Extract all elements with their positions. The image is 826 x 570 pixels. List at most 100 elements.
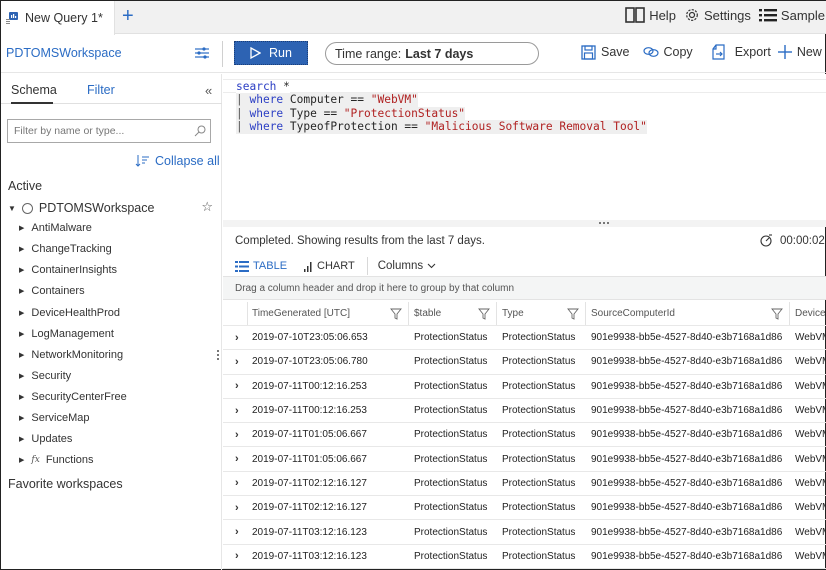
help-button[interactable]: Help [625,7,676,23]
column-header-timegenerated[interactable]: TimeGenerated [UTC] [248,302,409,325]
tree-item-networkmonitoring[interactable]: ▶ NetworkMonitoring [19,347,123,363]
tree-item-servicemap[interactable]: ▶ ServiceMap [19,410,89,426]
table-row[interactable]: › 2019-07-11T03:12:16.123 ProtectionStatus… [223,520,826,545]
filter-icon[interactable] [390,308,402,320]
table-cell: WebVM [795,429,826,441]
save-button[interactable]: Save [581,44,630,60]
column-header-label: $table [414,308,442,319]
run-button[interactable]: Run [234,41,308,65]
tab-schema[interactable]: Schema [11,83,57,97]
column-header-table[interactable]: $table [409,302,497,325]
table-row[interactable]: › 2019-07-11T00:12:16.253 ProtectionStatus… [223,375,826,399]
column-header-devicename[interactable]: DeviceName [790,302,826,325]
workspace-tree-node[interactable]: ▼ PDTOMSWorkspace ☆ [8,199,213,216]
table-cell: 2019-07-10T23:05:06.780 [252,356,368,368]
time-range-picker[interactable]: Time range: Last 7 days [325,42,539,65]
expand-row-chevron-icon[interactable]: › [235,380,239,392]
query-editor[interactable]: search * | where Computer == "WebVM" | whe… [223,74,826,220]
table-cell: ProtectionStatus [414,477,488,489]
table-row[interactable]: › 2019-07-10T23:05:06.780 ProtectionStatus… [223,350,826,375]
filter-icon[interactable] [478,308,490,320]
table-row[interactable]: › 2019-07-11T01:05:06.667 ProtectionStatus… [223,423,826,448]
code-text: TypeofProtection == [283,120,425,134]
column-header-type[interactable]: Type [497,302,586,325]
filter-icon[interactable] [771,308,783,320]
table-cell: ProtectionStatus [414,502,488,514]
tree-item-logmanagement[interactable]: ▶ LogManagement [19,326,114,342]
active-section-heading: Active [8,179,43,193]
workspace-link[interactable]: PDTOMSWorkspace [6,46,122,60]
view-chart-tab[interactable]: CHART [304,260,355,272]
expand-row-chevron-icon[interactable]: › [235,502,239,514]
code-keyword: where [249,93,284,107]
collapse-panel-icon[interactable]: « [205,83,212,98]
tab-new-query[interactable]: New Query 1* [1,1,115,35]
run-label: Run [269,46,292,60]
code-string: "WebVM" [370,93,418,107]
expand-row-chevron-icon[interactable]: › [235,526,239,538]
settings-button[interactable]: Settings [684,7,751,23]
table-row[interactable]: › 2019-07-11T01:05:06.667 ProtectionStatus… [223,447,826,472]
columns-label: Columns [377,260,424,272]
table-row[interactable]: › 2019-07-11T02:12:16.127 ProtectionStatus… [223,472,826,497]
tree-item-updates[interactable]: ▶ Updates [19,431,72,447]
tree-item-devicehealthprod[interactable]: ▶ DeviceHealthProd [19,305,120,321]
gear-icon [686,9,698,21]
table-row[interactable]: › 2019-07-11T00:12:16.253 ProtectionStatus… [223,399,826,424]
table-cell: 901e9938-bb5e-4527-8d40-e3b7168a1d86 [591,429,783,441]
settings-sliders-icon[interactable] [194,45,210,61]
expand-row-chevron-icon[interactable]: › [235,356,239,368]
vertical-splitter-handle[interactable] [217,350,220,366]
column-header-sourcecomputerid[interactable]: SourceComputerId [586,302,790,325]
table-row[interactable]: › 2019-07-11T02:12:16.127 ProtectionStatus… [223,496,826,521]
expand-row-chevron-icon[interactable]: › [235,477,239,489]
expand-row-chevron-icon[interactable]: › [235,453,239,465]
table-cell: 901e9938-bb5e-4527-8d40-e3b7168a1d86 [591,550,783,562]
table-cell: ProtectionStatus [414,429,488,441]
tree-item-containers[interactable]: ▶ Containers [19,283,85,299]
settings-label: Settings [703,7,751,23]
table-row[interactable]: › 2019-07-11T03:12:16.123 ProtectionStatus… [223,545,826,569]
view-table-tab[interactable]: TABLE [235,260,287,272]
tree-item-label: AntiMalware [31,222,92,234]
code-text: Computer == [283,93,371,107]
export-button[interactable]: Export [711,44,771,60]
sample-button[interactable]: Sample [758,8,825,23]
query-icon [5,11,19,25]
expand-row-chevron-icon[interactable]: › [235,550,239,562]
columns-dropdown[interactable]: Columns [378,260,436,272]
filter-icon[interactable] [567,308,579,320]
expand-row-chevron-icon[interactable]: › [235,405,239,417]
table-cell: ProtectionStatus [502,429,576,441]
tree-item-functions[interactable]: ▶ fx Functions [19,452,94,468]
table-cell: ProtectionStatus [502,453,576,465]
collapse-all-button[interactable]: Collapse all [135,154,220,168]
table-header-row: TimeGenerated [UTC] $table Type SourceCo… [223,302,826,326]
column-header-label: TimeGenerated [UTC] [252,308,350,319]
table-cell: 2019-07-11T02:12:16.127 [252,477,367,489]
add-tab-button[interactable]: + [122,6,134,26]
star-icon[interactable]: ☆ [201,199,213,215]
expander-header [223,302,248,325]
copy-link-button[interactable]: Copy [642,45,693,59]
tree-item-securitycenterfree[interactable]: ▶ SecurityCenterFree [19,389,127,405]
group-by-drop-zone[interactable]: Drag a column header and drop it here to… [223,276,826,300]
tree-item-containerinsights[interactable]: ▶ ContainerInsights [19,262,117,278]
tree-item-changetracking[interactable]: ▶ ChangeTracking [19,241,112,257]
tree-item-antimalware[interactable]: ▶ AntiMalware [19,220,92,236]
expand-row-chevron-icon[interactable]: › [235,332,239,344]
schema-filter-input[interactable] [7,119,211,143]
query-code[interactable]: search * | where Computer == "WebVM" | whe… [236,80,647,134]
divider [366,257,368,275]
expand-row-chevron-icon[interactable]: › [235,429,239,441]
table-cell: 901e9938-bb5e-4527-8d40-e3b7168a1d86 [591,380,783,392]
table-row[interactable]: › 2019-07-10T23:05:06.653 ProtectionStatus… [223,326,826,351]
tab-filter[interactable]: Filter [87,83,115,97]
table-cell: WebVM [795,332,826,344]
horizontal-splitter-handle[interactable] [223,220,826,227]
table-cell: 2019-07-11T01:05:06.667 [252,429,367,441]
plus-icon [777,45,792,59]
tree-item-security[interactable]: ▶ Security [19,368,71,384]
new-query-button[interactable]: New [777,45,822,59]
pipe-operator: | [236,120,250,134]
